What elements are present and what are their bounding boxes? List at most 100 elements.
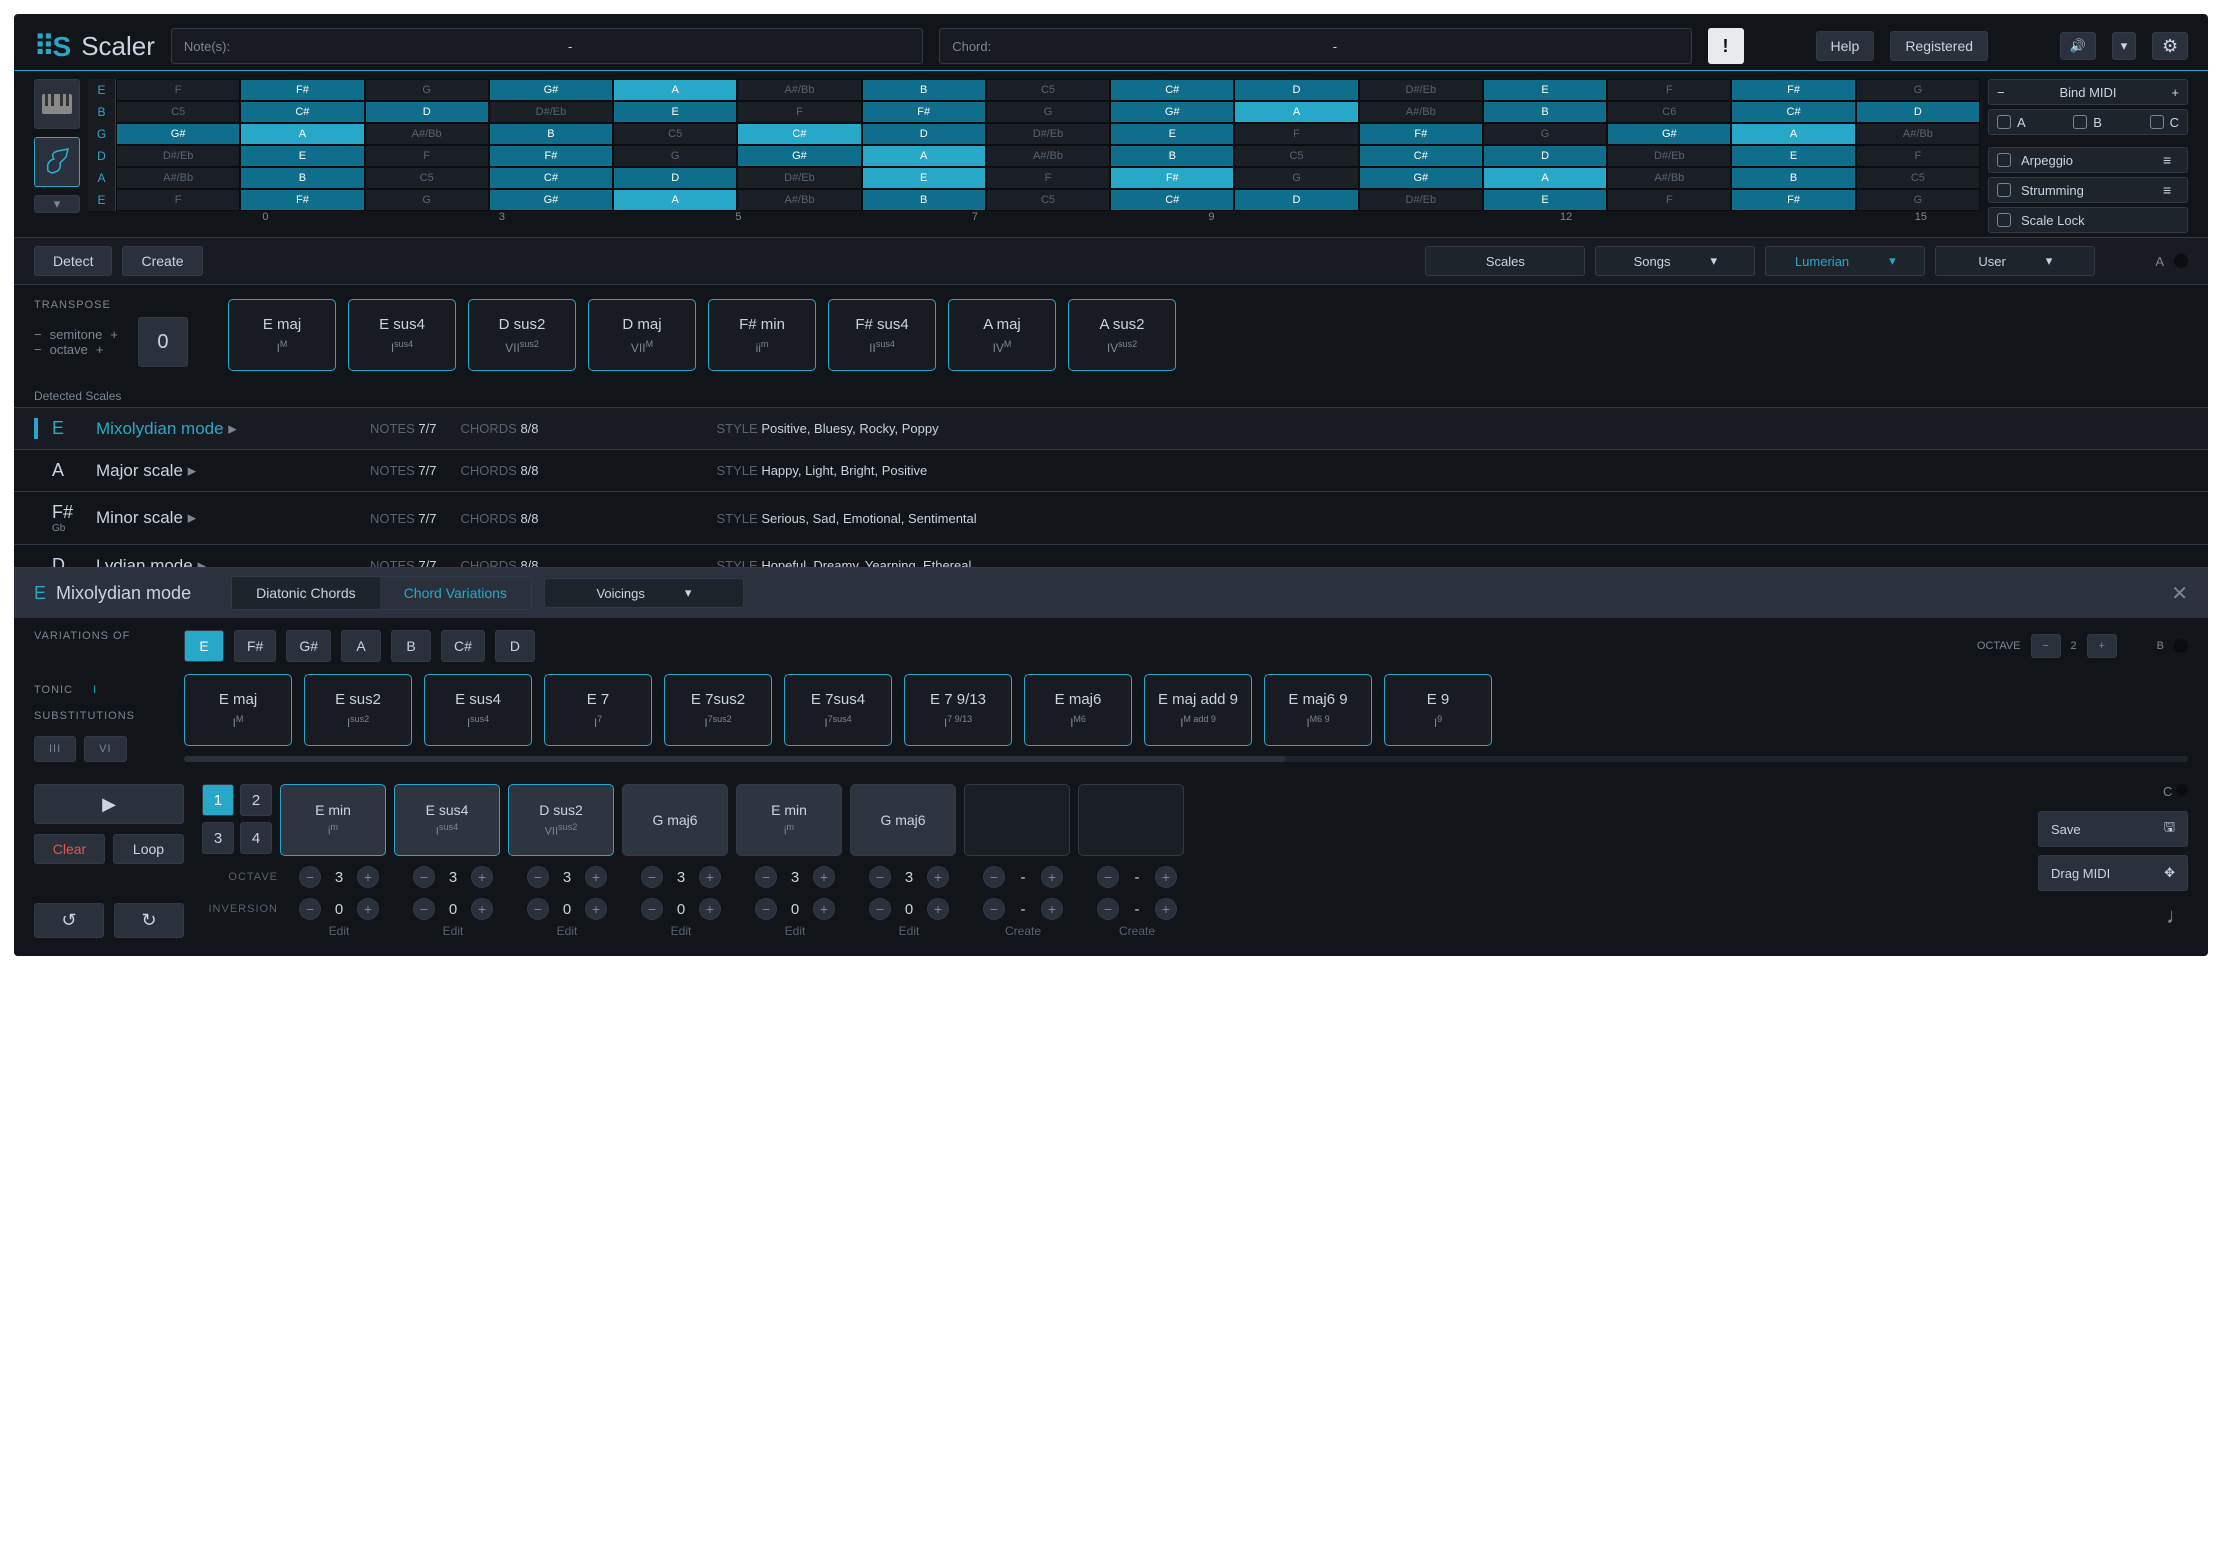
- page-button[interactable]: 1: [202, 784, 234, 816]
- fret-cell[interactable]: A: [613, 79, 737, 101]
- fret-cell[interactable]: C#: [1110, 189, 1234, 211]
- fret-cell[interactable]: C6: [1607, 101, 1731, 123]
- detect-button[interactable]: Detect: [34, 246, 112, 276]
- fret-cell[interactable]: E: [1731, 145, 1855, 167]
- drag-midi-button[interactable]: Drag MIDI✥: [2038, 855, 2188, 891]
- var-octave-plus[interactable]: +: [2087, 634, 2117, 658]
- fret-cell[interactable]: B: [489, 123, 613, 145]
- fret-cell[interactable]: F#: [240, 189, 364, 211]
- pad-empty[interactable]: [964, 784, 1070, 856]
- note-button[interactable]: C#: [441, 630, 485, 662]
- stepper-minus[interactable]: −: [755, 898, 777, 920]
- stepper-minus[interactable]: −: [983, 898, 1005, 920]
- fret-cell[interactable]: C5: [365, 167, 489, 189]
- scale-row[interactable]: F#Gb Minor scale ▸ NOTES 7/7 CHORDS 8/8 …: [14, 491, 2208, 544]
- edit-label[interactable]: Create: [970, 924, 1076, 938]
- chord-pad[interactable]: F# min iim: [708, 299, 816, 371]
- fret-cell[interactable]: A#/Bb: [365, 123, 489, 145]
- fret-cell[interactable]: E: [1483, 189, 1607, 211]
- fret-cell[interactable]: G#: [737, 145, 861, 167]
- fret-cell[interactable]: F#: [1110, 167, 1234, 189]
- scale-row[interactable]: D Lydian mode ▸ NOTES 7/7 CHORDS 8/8 STY…: [14, 544, 2208, 567]
- fret-cell[interactable]: C5: [1234, 145, 1358, 167]
- fret-cell[interactable]: A: [1234, 101, 1358, 123]
- pad[interactable]: E min im: [280, 784, 386, 856]
- alert-button[interactable]: !: [1708, 28, 1744, 64]
- fret-cell[interactable]: F: [1856, 145, 1980, 167]
- fret-cell[interactable]: E: [1110, 123, 1234, 145]
- fret-cell[interactable]: D: [613, 167, 737, 189]
- chord-pad[interactable]: A sus2 IVsus2: [1068, 299, 1176, 371]
- stepper-plus[interactable]: +: [813, 898, 835, 920]
- settings-button[interactable]: ⚙: [2152, 32, 2188, 60]
- fret-cell[interactable]: F: [1607, 189, 1731, 211]
- fret-cell[interactable]: F#: [862, 101, 986, 123]
- edit-label[interactable]: Create: [1084, 924, 1190, 938]
- diatonic-tab[interactable]: Diatonic Chords: [232, 577, 380, 609]
- scale-row[interactable]: A Major scale ▸ NOTES 7/7 CHORDS 8/8 STY…: [14, 449, 2208, 491]
- stepper-minus[interactable]: −: [527, 866, 549, 888]
- strumming-row[interactable]: Strumming≡: [1988, 177, 2188, 203]
- undo-button[interactable]: ↺: [34, 903, 104, 938]
- fret-cell[interactable]: C#: [1359, 145, 1483, 167]
- songs-dropdown[interactable]: Songs▾: [1595, 246, 1755, 276]
- note-button[interactable]: D: [495, 630, 535, 662]
- stepper-plus[interactable]: +: [357, 898, 379, 920]
- notes-field[interactable]: Note(s): -: [171, 28, 923, 64]
- fret-cell[interactable]: G#: [489, 189, 613, 211]
- fret-cell[interactable]: B: [1483, 101, 1607, 123]
- stepper-minus[interactable]: −: [299, 898, 321, 920]
- fret-cell[interactable]: C5: [613, 123, 737, 145]
- octave-plus[interactable]: +: [96, 342, 104, 357]
- save-button[interactable]: Save🖫: [2038, 811, 2188, 847]
- chord-pad[interactable]: E sus4 Isus4: [424, 674, 532, 746]
- edit-label[interactable]: Edit: [400, 924, 506, 938]
- stepper-plus[interactable]: +: [699, 898, 721, 920]
- fret-cell[interactable]: C#: [489, 167, 613, 189]
- fret-cell[interactable]: D: [1234, 189, 1358, 211]
- fretboard[interactable]: EFF#GG#AA#/BbBC5C#DD#/EbEFF#GBC5C#DD#/Eb…: [88, 79, 1980, 233]
- fret-cell[interactable]: D: [1856, 101, 1980, 123]
- fret-cell[interactable]: C5: [116, 101, 240, 123]
- sub-vi-button[interactable]: VI: [84, 736, 126, 762]
- fret-cell[interactable]: G#: [1607, 123, 1731, 145]
- scalelock-row[interactable]: Scale Lock: [1988, 207, 2188, 233]
- play-icon[interactable]: ▸: [228, 419, 237, 438]
- fret-cell[interactable]: F: [116, 189, 240, 211]
- edit-label[interactable]: Edit: [514, 924, 620, 938]
- fret-cell[interactable]: A#/Bb: [737, 189, 861, 211]
- fret-cell[interactable]: D#/Eb: [737, 167, 861, 189]
- artist-dropdown[interactable]: Lumerian▾: [1765, 246, 1925, 276]
- semitone-plus[interactable]: +: [110, 327, 118, 342]
- fret-cell[interactable]: F: [365, 145, 489, 167]
- variations-scrollbar[interactable]: [184, 756, 2188, 762]
- fret-cell[interactable]: F#: [1359, 123, 1483, 145]
- scale-row[interactable]: E Mixolydian mode ▸ NOTES 7/7 CHORDS 8/8…: [14, 407, 2208, 449]
- page-button[interactable]: 3: [202, 822, 234, 854]
- pad[interactable]: D sus2 VIIsus2: [508, 784, 614, 856]
- chord-pad[interactable]: E 7sus4 I7sus4: [784, 674, 892, 746]
- create-button[interactable]: Create: [122, 246, 202, 276]
- sliders-icon[interactable]: ≡: [2163, 152, 2179, 168]
- chord-pad[interactable]: E maj add 9 IM add 9: [1144, 674, 1252, 746]
- stepper-minus[interactable]: −: [869, 866, 891, 888]
- fret-cell[interactable]: A: [613, 189, 737, 211]
- user-dropdown[interactable]: User▾: [1935, 246, 2095, 276]
- fret-cell[interactable]: B: [862, 79, 986, 101]
- fret-cell[interactable]: A#/Bb: [1607, 167, 1731, 189]
- registered-button[interactable]: Registered: [1890, 31, 1988, 61]
- chord-pad[interactable]: E 7sus2 I7sus2: [664, 674, 772, 746]
- fret-cell[interactable]: F#: [1731, 189, 1855, 211]
- fret-cell[interactable]: D#/Eb: [116, 145, 240, 167]
- note-button[interactable]: B: [391, 630, 431, 662]
- fret-cell[interactable]: C#: [240, 101, 364, 123]
- chord-pad[interactable]: E 7 9/13 I7 9/13: [904, 674, 1012, 746]
- stepper-minus[interactable]: −: [527, 898, 549, 920]
- edit-label[interactable]: Edit: [286, 924, 392, 938]
- stepper-plus[interactable]: +: [927, 898, 949, 920]
- fret-cell[interactable]: A#/Bb: [116, 167, 240, 189]
- play-icon[interactable]: ▸: [197, 556, 206, 568]
- keyboard-view-button[interactable]: [34, 79, 80, 129]
- play-button[interactable]: ▶: [34, 784, 184, 824]
- bind-minus[interactable]: −: [1997, 85, 2005, 100]
